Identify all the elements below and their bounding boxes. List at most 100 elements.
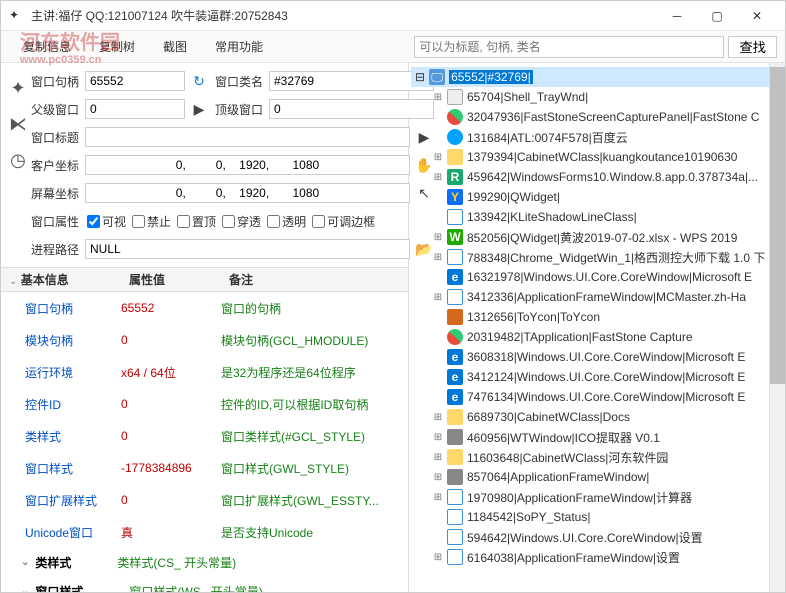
row-name: 模块句柄 [1, 332, 121, 349]
tree-item[interactable]: ⊞1970980|ApplicationFrameWindow|计算器 [411, 487, 783, 507]
tree-item[interactable]: 594642|Windows.UI.Core.CoreWindow|设置 [411, 527, 783, 547]
menu-copy-info[interactable]: 复制信息 [9, 34, 85, 59]
table-row[interactable]: Unicode窗口真是否支持Unicode [1, 516, 408, 548]
tree-node-icon [447, 469, 463, 485]
expand-icon[interactable]: ⊞ [433, 432, 443, 443]
tree-item-label: 20319482|TApplication|FastStone Capture [467, 330, 693, 344]
row-value: x64 / 64位 [121, 364, 221, 381]
table-row[interactable]: 类样式0窗口类样式(#GCL_STYLE) [1, 420, 408, 452]
table-row[interactable]: 控件ID0控件的ID,可以根据ID取句柄 [1, 388, 408, 420]
table-row[interactable]: 模块句柄0模块句柄(GCL_HMODULE) [1, 324, 408, 356]
tree-item-label: 199290|QWidget| [467, 190, 560, 204]
scrollbar-thumb[interactable] [770, 67, 785, 384]
expand-icon[interactable]: ⊞ [433, 292, 443, 303]
tree-node-icon: R [447, 169, 463, 185]
parent-input[interactable] [85, 99, 185, 119]
leaf-icon[interactable]: ⧔ [7, 113, 29, 135]
app-icon: ✦ [9, 8, 25, 24]
tree-item-label: 459642|WindowsForms10.Window.8.app.0.378… [467, 170, 758, 184]
chk-disabled[interactable]: 禁止 [132, 213, 171, 230]
tree-item[interactable]: e7476134|Windows.UI.Core.CoreWindow|Micr… [411, 387, 783, 407]
tree-item[interactable]: ⊞460956|WTWindow|ICO提取器 V0.1 [411, 427, 783, 447]
tree-node-icon [447, 549, 463, 565]
chk-resizable[interactable]: 可调边框 [312, 213, 375, 230]
tree-item[interactable]: e16321978|Windows.UI.Core.CoreWindow|Mic… [411, 267, 783, 287]
table-row[interactable]: 窗口样式-1778384896窗口样式(GWL_STYLE) [1, 452, 408, 484]
expand-icon[interactable]: ⊞ [433, 92, 443, 103]
tree-item[interactable]: ⊞3412336|ApplicationFrameWindow|MCMaster… [411, 287, 783, 307]
chevron-down-icon[interactable]: ⌄ [21, 557, 29, 568]
chk-through[interactable]: 穿透 [222, 213, 261, 230]
tree-item[interactable]: 133942|KLiteShadowLineClass| [411, 207, 783, 227]
tree-root[interactable]: ⊟ 🖵 65552|#32769| [411, 67, 783, 87]
title-input[interactable] [85, 127, 410, 147]
tree-item[interactable]: ⊞11603648|CabinetWClass|河东软件园 [411, 447, 783, 467]
tree-item[interactable]: e3608318|Windows.UI.Core.CoreWindow|Micr… [411, 347, 783, 367]
menu-screenshot[interactable]: 截图 [149, 34, 201, 59]
search-input[interactable] [414, 36, 724, 58]
chk-transparent[interactable]: 透明 [267, 213, 306, 230]
handle-input[interactable] [85, 71, 185, 91]
expand-icon[interactable]: ⊞ [433, 152, 443, 163]
tree-item[interactable]: ⊞6164038|ApplicationFrameWindow|设置 [411, 547, 783, 567]
expand-icon[interactable]: ⊞ [433, 452, 443, 463]
path-label: 进程路径 [29, 241, 81, 258]
tree-node-icon [447, 429, 463, 445]
chk-visible[interactable]: 可视 [87, 213, 126, 230]
table-row[interactable]: 窗口句柄65552窗口的句柄 [1, 292, 408, 324]
tree-item[interactable]: ⊞W852056|QWidget|黄波2019-07-02.xlsx - WPS… [411, 227, 783, 247]
tree-item[interactable]: ⊞6689730|CabinetWClass|Docs [411, 407, 783, 427]
close-button[interactable]: ✕ [737, 2, 777, 30]
tree-item[interactable]: 1184542|SoPY_Status| [411, 507, 783, 527]
minimize-button[interactable]: ─ [657, 2, 697, 30]
path-input[interactable] [85, 239, 410, 259]
expand-icon[interactable]: ⊞ [433, 492, 443, 503]
menu-common[interactable]: 常用功能 [201, 34, 277, 59]
row-value: 真 [121, 524, 221, 541]
tree-item[interactable]: ⊞1379394|CabinetWClass|kuangkoutance1019… [411, 147, 783, 167]
expand-icon[interactable]: ⊞ [433, 552, 443, 563]
expand-icon[interactable]: ⊞ [433, 252, 443, 263]
expand-icon[interactable]: ⊞ [433, 172, 443, 183]
tree-item[interactable]: ⊞ R 459642|WindowsForms10.Window.8.app.0.3… [411, 167, 783, 187]
tree-node-icon [447, 509, 463, 525]
expand-icon[interactable]: ⊞ [433, 232, 443, 243]
tree-item[interactable]: 1312656|ToYcon|ToYcon [411, 307, 783, 327]
table-row[interactable]: 窗口扩展样式0窗口扩展样式(GWL_ESSTY... [1, 484, 408, 516]
collapse-icon[interactable]: ⊟ [415, 70, 425, 84]
tree-root-label: 65552|#32769| [449, 70, 533, 84]
tree-item[interactable]: e3412124|Windows.UI.Core.CoreWindow|Micr… [411, 367, 783, 387]
maximize-button[interactable]: ▢ [697, 2, 737, 30]
play-icon[interactable]: ▶ [189, 99, 209, 119]
tree-item[interactable]: ⊞ 65704|Shell_TrayWnd| [411, 87, 783, 107]
attr-label: 窗口属性 [29, 213, 81, 230]
tree-item[interactable]: ⊞857064|ApplicationFrameWindow| [411, 467, 783, 487]
target-icon[interactable]: ✦ [7, 77, 29, 99]
refresh-icon[interactable]: ↻ [189, 71, 209, 91]
screen-input[interactable] [85, 183, 410, 203]
tree-item-label: 65704|Shell_TrayWnd| [467, 90, 588, 104]
clock-icon[interactable]: ◷ [7, 149, 29, 171]
chk-topmost[interactable]: 置顶 [177, 213, 216, 230]
window-tree[interactable]: ⊟ 🖵 65552|#32769| ⊞ 65704|Shell_TrayWnd| 3… [409, 63, 785, 592]
section-class-style: 类样式 [35, 554, 71, 571]
tree-item[interactable]: 131684|ATL:0074F578|百度云 [411, 127, 783, 147]
col-value: 属性值 [129, 273, 165, 287]
tree-node-icon [447, 289, 463, 305]
chevron-down-icon[interactable]: ⌄ [21, 586, 29, 592]
tree-node-icon [447, 249, 463, 265]
tree-item[interactable]: 20319482|TApplication|FastStone Capture [411, 327, 783, 347]
chevron-down-icon[interactable]: ⌄ [9, 276, 17, 287]
tree-node-icon [447, 489, 463, 505]
expand-icon[interactable]: ⊞ [433, 472, 443, 483]
tree-item[interactable]: ⊞788348|Chrome_WidgetWin_1|格西测控大师下载 1.0 … [411, 247, 783, 267]
tree-item[interactable]: 32047936|FastStoneScreenCapturePanel|Fas… [411, 107, 783, 127]
menu-copy-tree[interactable]: 复制树 [85, 34, 149, 59]
table-row[interactable]: 运行环境x64 / 64位是32为程序还是64位程序 [1, 356, 408, 388]
scrollbar[interactable] [769, 63, 785, 592]
expand-icon[interactable]: ⊞ [433, 412, 443, 423]
search-button[interactable]: 查找 [728, 36, 777, 58]
client-input[interactable] [85, 155, 410, 175]
tree-item[interactable]: Y199290|QWidget| [411, 187, 783, 207]
handle-label: 窗口句柄 [29, 73, 81, 90]
